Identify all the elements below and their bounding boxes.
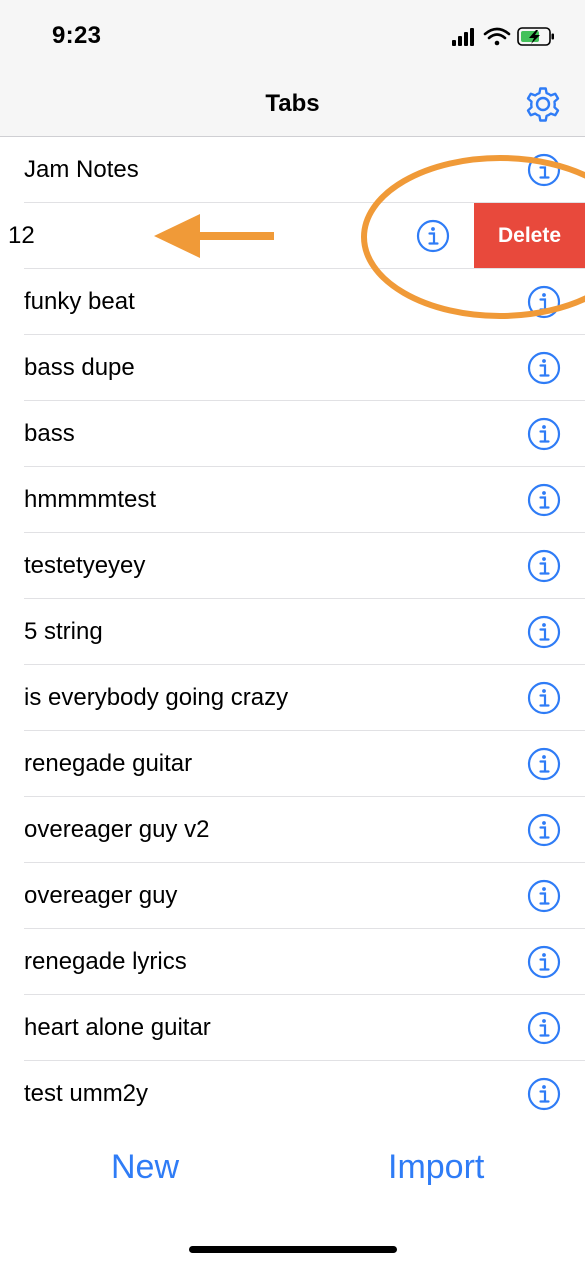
list-item[interactable]: overeager guy v2 xyxy=(0,797,585,863)
home-indicator xyxy=(189,1246,397,1253)
list-item-title: funky beat xyxy=(24,288,135,315)
info-icon[interactable] xyxy=(527,615,561,649)
info-icon[interactable] xyxy=(527,681,561,715)
list-item-title: Jam Notes xyxy=(24,156,139,183)
page-title: Tabs xyxy=(265,90,320,117)
info-icon[interactable] xyxy=(527,1077,561,1111)
list-item-title: renegade guitar xyxy=(24,750,193,777)
new-button[interactable]: New xyxy=(111,1148,179,1187)
list-item-title: l 12 xyxy=(0,222,35,249)
list-item-title: heart alone guitar xyxy=(24,1014,211,1041)
info-icon[interactable] xyxy=(527,549,561,583)
list-item[interactable]: funky beat xyxy=(0,269,585,335)
info-icon[interactable] xyxy=(527,351,561,385)
list-item-title: 5 string xyxy=(24,618,103,645)
signal-icon xyxy=(452,28,474,46)
list-item[interactable]: test umm2y xyxy=(0,1061,585,1127)
list-item[interactable]: renegade guitar xyxy=(0,731,585,797)
list-item[interactable]: heart alone guitar xyxy=(0,995,585,1061)
list-item-title: bass dupe xyxy=(24,354,135,381)
tabs-list: Jam Notes l 12 Delete funky beat bass du… xyxy=(0,137,585,1127)
list-item-swiped[interactable]: l 12 Delete xyxy=(0,203,585,269)
list-item[interactable]: 5 string xyxy=(0,599,585,665)
status-bar: 9:23 xyxy=(0,0,585,70)
status-time: 9:23 xyxy=(52,22,102,49)
info-icon[interactable] xyxy=(527,747,561,781)
list-item-title: renegade lyrics xyxy=(24,948,187,975)
list-item-title: overeager guy xyxy=(24,882,178,909)
list-item-title: test umm2y xyxy=(24,1080,149,1107)
gear-icon xyxy=(526,87,560,122)
list-item[interactable]: bass xyxy=(0,401,585,467)
list-item[interactable]: is everybody going crazy xyxy=(0,665,585,731)
info-icon[interactable] xyxy=(527,813,561,847)
list-item-title: overeager guy v2 xyxy=(24,816,210,843)
info-icon[interactable] xyxy=(527,285,561,319)
list-item[interactable]: renegade lyrics xyxy=(0,929,585,995)
list-item[interactable]: Jam Notes xyxy=(0,137,585,203)
settings-button[interactable] xyxy=(523,84,563,124)
list-item-title: is everybody going crazy xyxy=(24,684,289,711)
battery-charging-icon xyxy=(517,27,554,46)
info-icon[interactable] xyxy=(527,417,561,451)
list-item-title: hmmmmtest xyxy=(24,486,156,513)
info-icon[interactable] xyxy=(527,879,561,913)
delete-button[interactable]: Delete xyxy=(474,203,585,269)
info-icon[interactable] xyxy=(527,483,561,517)
list-item[interactable]: testetyeyey xyxy=(0,533,585,599)
info-icon[interactable] xyxy=(527,153,561,187)
info-icon[interactable] xyxy=(527,945,561,979)
info-icon[interactable] xyxy=(527,1011,561,1045)
list-item-title: bass xyxy=(24,420,75,447)
import-button[interactable]: Import xyxy=(388,1148,484,1187)
list-item[interactable]: hmmmmtest xyxy=(0,467,585,533)
info-icon[interactable] xyxy=(416,219,450,253)
wifi-icon xyxy=(483,27,511,46)
list-item[interactable]: overeager guy xyxy=(0,863,585,929)
list-item[interactable]: bass dupe xyxy=(0,335,585,401)
navigation-bar: Tabs xyxy=(0,70,585,137)
list-item-title: testetyeyey xyxy=(24,552,146,579)
status-icons xyxy=(452,26,557,48)
